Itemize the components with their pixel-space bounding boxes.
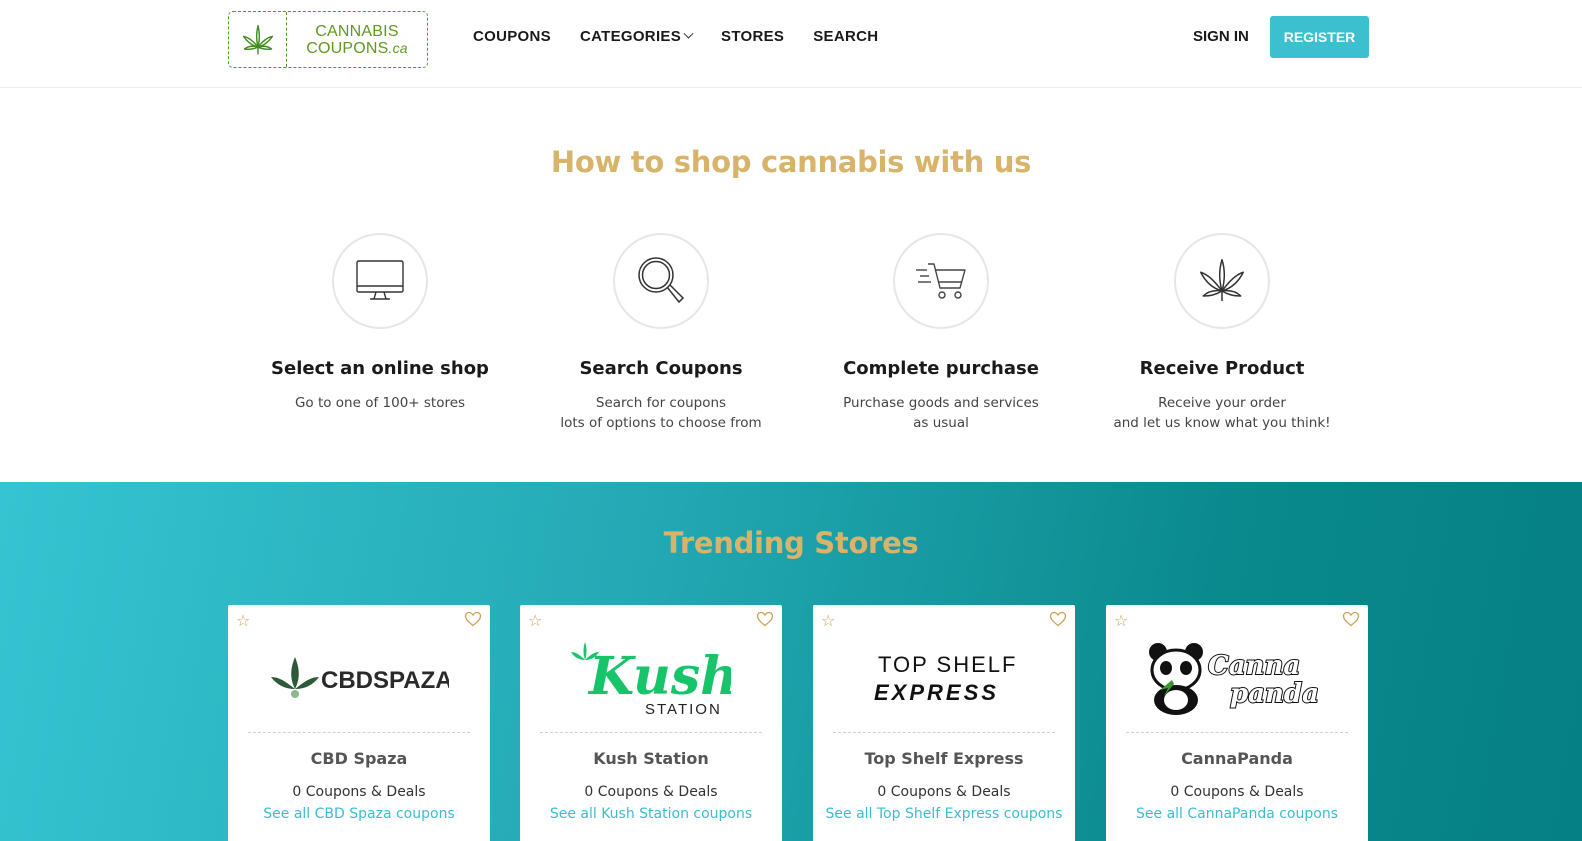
logo-line1: CANNABIS <box>315 22 399 40</box>
trending-title: Trending Stores <box>663 526 919 560</box>
store-card-cannapanda[interactable]: ☆ Canna panda CannaPanda 0 Coupons & Dea… <box>1106 605 1368 841</box>
step-text: Go to one of 100+ stores <box>294 395 466 411</box>
store-logo: CBDSPAZA <box>248 623 470 733</box>
step-text: Search for coupons lots of options to ch… <box>560 395 762 431</box>
step-search-coupons: Search Coupons Search for coupons lots o… <box>531 233 791 433</box>
cannabis-leaf-icon <box>1200 259 1244 301</box>
store-name: Kush Station <box>593 749 709 768</box>
svg-text:Kush: Kush <box>587 646 731 707</box>
store-coupons-link[interactable]: See all Top Shelf Express coupons <box>813 806 1075 822</box>
step-icon-circle <box>613 233 709 329</box>
store-coupons-link[interactable]: See all CannaPanda coupons <box>1106 806 1368 822</box>
step-icon-circle <box>332 233 428 329</box>
store-coupons-link[interactable]: See all Kush Station coupons <box>520 806 782 822</box>
store-logo: Kush STATION <box>540 623 762 733</box>
step-complete-purchase: Complete purchase Purchase goods and ser… <box>811 233 1071 433</box>
store-coupon-count: 0 Coupons & Deals <box>292 784 426 800</box>
store-name: CannaPanda <box>1181 749 1293 768</box>
store-card-top-shelf-express[interactable]: ☆ TOP SHELF EXPRESS Top Shelf Express 0 … <box>813 605 1075 841</box>
step-text: Purchase goods and services as usual <box>843 395 1039 431</box>
svg-text:STATION: STATION <box>645 701 722 718</box>
main-nav: COUPONS CATEGORIES STORES SEARCH <box>473 28 907 45</box>
store-card-kush-station[interactable]: ☆ Kush STATION Kush Station 0 Coupons & … <box>520 605 782 841</box>
step-title: Receive Product <box>1139 358 1305 379</box>
step-select-shop: Select an online shop Go to one of 100+ … <box>250 233 510 413</box>
step-icon-circle <box>1174 233 1270 329</box>
store-coupon-count: 0 Coupons & Deals <box>584 784 718 800</box>
svg-text:panda: panda <box>1230 679 1319 709</box>
svg-text:Canna: Canna <box>1208 651 1300 681</box>
store-logo: TOP SHELF EXPRESS <box>833 623 1055 733</box>
step-icon-circle <box>893 233 989 329</box>
logo-tld: .ca <box>388 39 408 56</box>
cannabis-leaf-icon <box>229 12 287 67</box>
logo-line2: COUPONS <box>306 39 389 57</box>
store-coupons-link[interactable]: See all CBD Spaza coupons <box>228 806 490 822</box>
shopping-cart-icon <box>916 263 966 299</box>
nav-search[interactable]: SEARCH <box>813 28 878 45</box>
sign-in-link[interactable]: SIGN IN <box>1193 28 1249 45</box>
svg-text:TOP SHELF: TOP SHELF <box>878 652 1017 677</box>
site-header: CANNABIS COUPONS.ca COUPONS CATEGORIES S… <box>0 0 1582 88</box>
monitor-icon <box>356 260 404 300</box>
chevron-down-icon <box>683 28 694 39</box>
store-coupon-count: 0 Coupons & Deals <box>1170 784 1304 800</box>
nav-coupons[interactable]: COUPONS <box>473 28 551 45</box>
svg-text:CBDSPAZA: CBDSPAZA <box>321 667 449 694</box>
logo-wordmark: CANNABIS COUPONS.ca <box>287 23 427 57</box>
nav-stores[interactable]: STORES <box>721 28 784 45</box>
step-receive-product: Receive Product Receive your order and l… <box>1092 233 1352 433</box>
trending-stores-section: Trending Stores ☆ CBDSPAZA CBD Spaza 0 C… <box>0 482 1582 841</box>
step-title: Complete purchase <box>843 358 1039 379</box>
svg-text:EXPRESS: EXPRESS <box>874 680 999 705</box>
howto-title: How to shop cannabis with us <box>550 145 1032 179</box>
store-name: CBD Spaza <box>310 749 408 768</box>
step-title: Select an online shop <box>271 358 489 379</box>
store-logo: Canna panda <box>1126 623 1348 733</box>
magnifier-icon <box>638 257 685 304</box>
store-coupon-count: 0 Coupons & Deals <box>877 784 1011 800</box>
nav-categories[interactable]: CATEGORIES <box>580 28 694 45</box>
step-title: Search Coupons <box>579 358 743 379</box>
site-logo[interactable]: CANNABIS COUPONS.ca <box>228 11 428 68</box>
store-name: Top Shelf Express <box>864 749 1024 768</box>
register-button[interactable]: REGISTER <box>1270 16 1369 58</box>
step-text: Receive your order and let us know what … <box>1113 395 1331 431</box>
store-card-cbd-spaza[interactable]: ☆ CBDSPAZA CBD Spaza 0 Coupons & Deals S… <box>228 605 490 841</box>
